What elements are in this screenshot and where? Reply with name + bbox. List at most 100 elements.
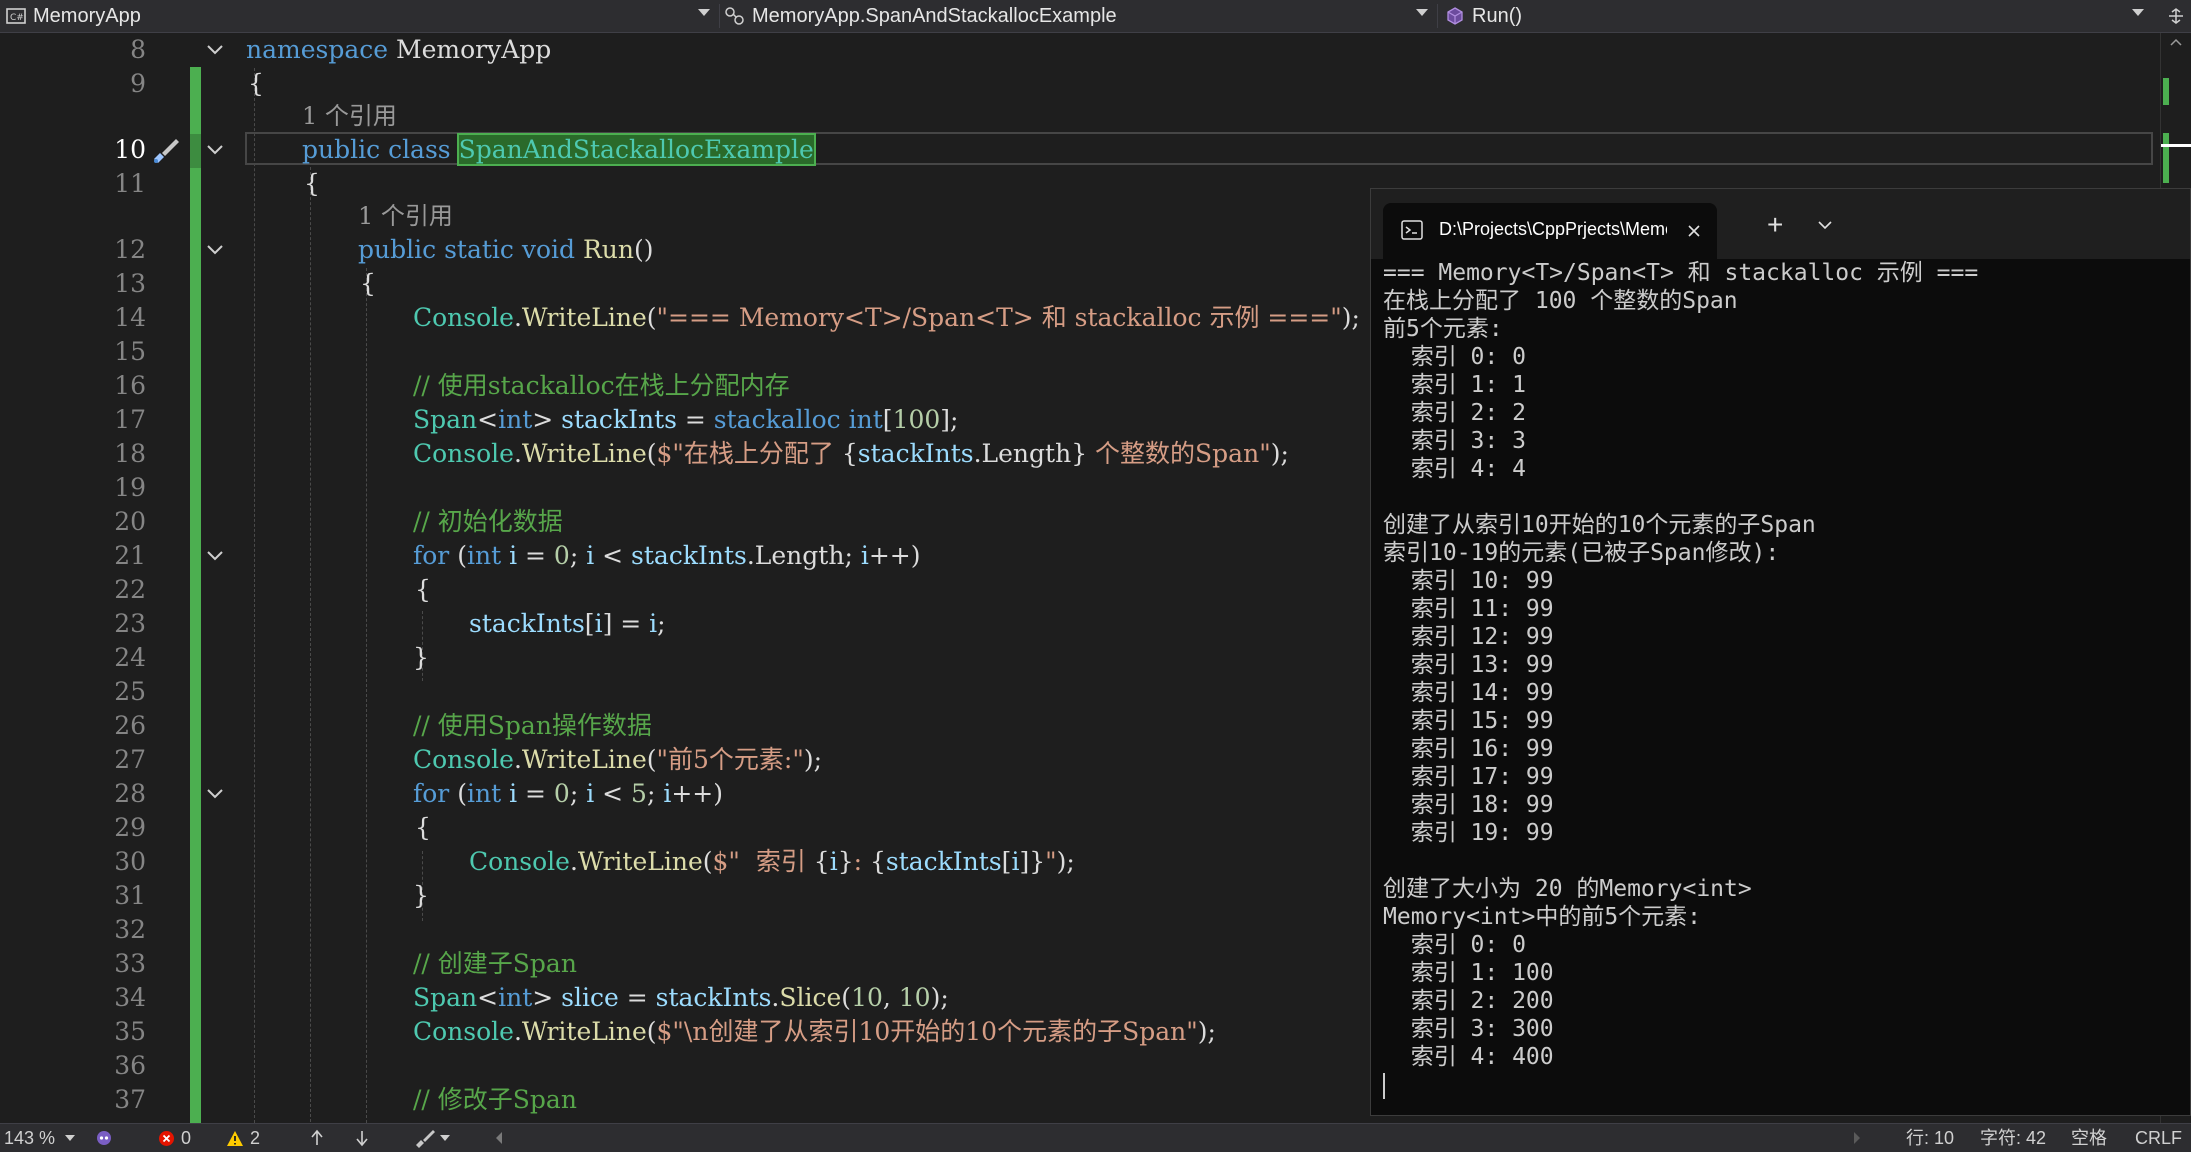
terminal-output-line: 索引 2: 2	[1383, 400, 1526, 426]
code-line[interactable]: 9 {	[0, 67, 2160, 101]
code-text: Console.WriteLine($" 索引 {i}: {stackInts[…	[469, 847, 1075, 876]
line-number: 23	[114, 609, 146, 638]
codelens-references[interactable]: 1 个引用	[0, 99, 2160, 133]
code-comment: // 使用stackalloc在栈上分配内存	[413, 371, 790, 400]
scroll-right-icon[interactable]	[1852, 1124, 1868, 1152]
terminal-output-line: 索引 15: 99	[1383, 708, 1554, 734]
change-marker	[2163, 78, 2169, 105]
terminal-prompt-line[interactable]	[1383, 1071, 2183, 1099]
terminal-output-line: === Memory<T>/Span<T> 和 stackalloc 示例 ==…	[1383, 260, 1979, 286]
error-count[interactable]: 0	[158, 1124, 198, 1152]
zoom-dropdown[interactable]: 143 %	[4, 1124, 90, 1152]
code-text: {	[360, 269, 376, 298]
terminal-output-line: 索引 11: 99	[1383, 596, 1554, 622]
project-dropdown[interactable]: C# MemoryApp	[0, 0, 718, 32]
previous-issue-button[interactable]	[310, 1124, 330, 1152]
line-number: 24	[114, 643, 146, 672]
code-text: Console.WriteLine("前5个元素:");	[413, 745, 823, 774]
collapse-chevron-icon[interactable]	[204, 233, 226, 267]
code-text: {	[415, 575, 431, 604]
svg-text:C#: C#	[10, 13, 24, 23]
line-number: 26	[114, 711, 146, 740]
close-icon[interactable]	[1687, 224, 1701, 238]
line-number: 16	[114, 371, 146, 400]
split-icon	[2168, 8, 2183, 24]
terminal-output-line: 索引 19: 99	[1383, 820, 1554, 846]
terminal-output-line: Memory<int>中的前5个元素:	[1383, 904, 1702, 930]
code-cleanup-button[interactable]	[414, 1124, 454, 1152]
line-number: 33	[114, 949, 146, 978]
terminal-output-line: 索引 3: 3	[1383, 428, 1526, 454]
code-comment: // 修改子Span	[413, 1085, 577, 1114]
line-number: 8	[130, 35, 146, 64]
spacing-indicator[interactable]: 空格	[2071, 1124, 2107, 1152]
line-number: 28	[114, 779, 146, 808]
member-dropdown[interactable]: Run()	[1444, 0, 2152, 32]
split-window-button[interactable]	[2160, 0, 2191, 32]
line-number: 13	[114, 269, 146, 298]
line-number: 10	[114, 135, 146, 164]
code-text: Console.WriteLine("=== Memory<T>/Span<T>…	[413, 303, 1360, 332]
terminal-output-line: 索引 14: 99	[1383, 680, 1554, 706]
code-line-current[interactable]: 10 public class SpanAndStackallocExample	[0, 133, 2160, 167]
line-number: 11	[114, 169, 146, 198]
line-number: 35	[114, 1017, 146, 1046]
change-marker	[2163, 133, 2169, 183]
line-number: 29	[114, 813, 146, 842]
line-number: 36	[114, 1051, 146, 1080]
code-comment: // 创建子Span	[413, 949, 577, 978]
chevron-down-icon[interactable]	[1817, 220, 1833, 230]
terminal-output-line: 创建了大小为 20 的Memory<int>	[1383, 876, 1752, 902]
collapse-chevron-icon[interactable]	[204, 777, 226, 811]
terminal-tab[interactable]: D:\Projects\CppPrjects\MemoryApp	[1383, 203, 1717, 259]
code-comment: // 初始化数据	[413, 507, 563, 536]
chevron-down-icon	[698, 9, 710, 16]
class-path: MemoryApp.SpanAndStackallocExample	[752, 4, 1117, 27]
next-issue-button[interactable]	[355, 1124, 375, 1152]
error-icon	[159, 1130, 174, 1146]
char-indicator[interactable]: 字符: 42	[1980, 1124, 2046, 1152]
code-text: stackInts[i] = i;	[469, 609, 666, 638]
terminal-output-line: 索引 1: 1	[1383, 372, 1526, 398]
line-ending-indicator[interactable]: CRLF	[2135, 1124, 2182, 1152]
code-comment: // 使用Span操作数据	[413, 711, 652, 740]
project-name: MemoryApp	[33, 4, 141, 27]
terminal-tab-title: D:\Projects\CppPrjects\MemoryApp	[1439, 219, 1667, 239]
code-text: {	[248, 69, 264, 98]
code-text: {	[415, 813, 431, 842]
divider	[719, 4, 720, 28]
collapse-chevron-icon[interactable]	[204, 539, 226, 573]
status-bar: 143 % 0 2 行: 10 字符: 42 空格 CRLF	[0, 1123, 2191, 1152]
warning-count[interactable]: 2	[226, 1124, 266, 1152]
code-text: Console.WriteLine($"\n创建了从索引10开始的10个元素的子…	[413, 1017, 1216, 1046]
line-number: 22	[114, 575, 146, 604]
line-indicator[interactable]: 行: 10	[1906, 1124, 1954, 1152]
text-cursor	[1383, 1072, 1385, 1099]
line-number: 34	[114, 983, 146, 1012]
copilot-icon[interactable]	[94, 1124, 118, 1152]
terminal-output[interactable]: === Memory<T>/Span<T> 和 stackalloc 示例 ==…	[1383, 259, 2183, 1109]
arrow-down-icon	[356, 1131, 368, 1147]
scroll-left-icon[interactable]	[494, 1124, 510, 1152]
class-icon	[724, 5, 746, 27]
code-line[interactable]: 8 namespace MemoryApp	[0, 33, 2160, 67]
code-text: Console.WriteLine($"在栈上分配了 {stackInts.Le…	[413, 439, 1289, 468]
collapse-chevron-icon[interactable]	[204, 133, 226, 167]
line-number: 37	[114, 1085, 146, 1114]
new-tab-button[interactable]: +	[1767, 211, 1783, 239]
code-text: Span<int> slice = stackInts.Slice(10, 10…	[413, 983, 949, 1012]
line-number: 25	[114, 677, 146, 706]
terminal-output-line: 索引 13: 99	[1383, 652, 1554, 678]
line-number: 30	[114, 847, 146, 876]
class-dropdown[interactable]: MemoryApp.SpanAndStackallocExample	[724, 0, 1436, 32]
code-text: for (int i = 0; i < stackInts.Length; i+…	[413, 541, 921, 570]
chevron-down-icon	[440, 1134, 450, 1141]
terminal-output-line: 索引 1: 100	[1383, 960, 1554, 986]
navigation-bar: C# MemoryApp MemoryApp.SpanAndStackalloc…	[0, 0, 2191, 33]
terminal-window[interactable]: D:\Projects\CppPrjects\MemoryApp + === M…	[1370, 188, 2191, 1116]
scroll-up-icon	[2170, 38, 2182, 46]
collapse-chevron-icon[interactable]	[204, 33, 226, 67]
terminal-output-line: 索引 3: 300	[1383, 1016, 1554, 1042]
code-text: }	[413, 881, 429, 910]
